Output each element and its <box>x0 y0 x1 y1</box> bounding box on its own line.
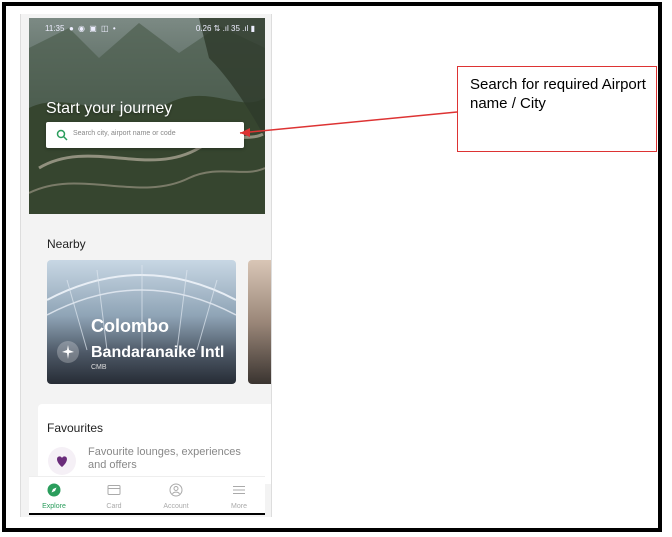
annotation-arrow <box>239 111 458 137</box>
